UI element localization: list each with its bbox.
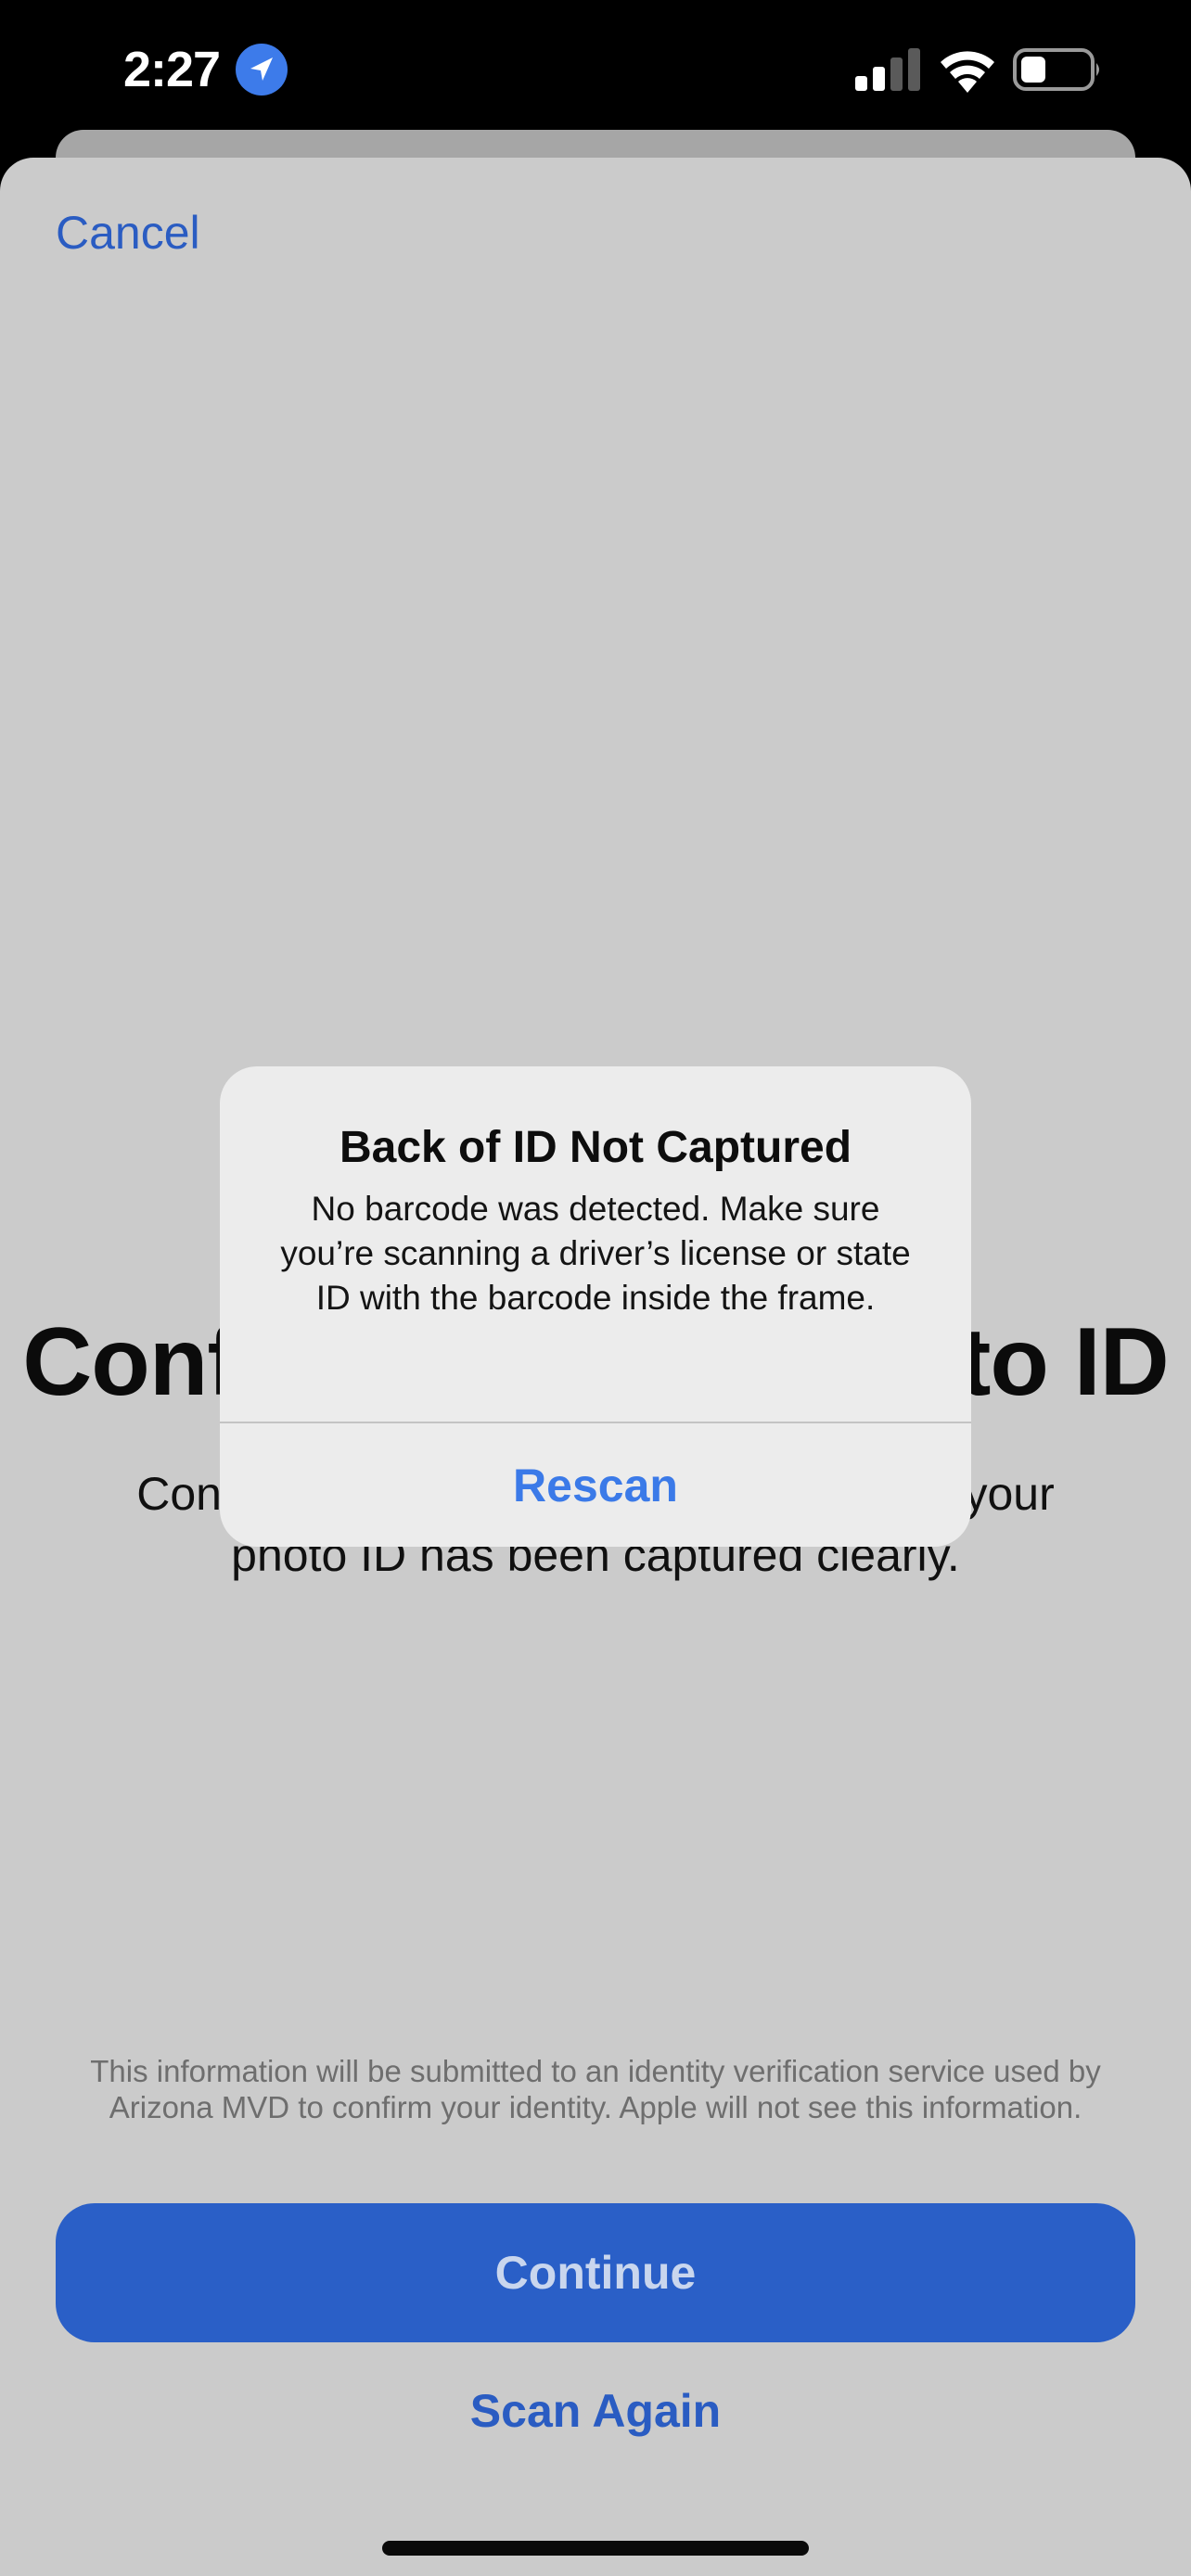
alert-message: No barcode was detected. Make sure you’r…: [280, 1190, 911, 1317]
cancel-button[interactable]: Cancel: [56, 206, 200, 260]
wifi-icon: [941, 51, 994, 93]
battery-icon: [1013, 48, 1099, 91]
scan-again-button[interactable]: Scan Again: [56, 2374, 1135, 2448]
home-indicator: [382, 2541, 809, 2556]
screen: 2:27 Cancel Confirm Back of Photo ID Con…: [0, 0, 1191, 2576]
alert-title: Back of ID Not Captured: [339, 1123, 852, 1172]
cellular-signal-icon: [855, 48, 920, 91]
privacy-disclaimer: This information will be submitted to an…: [90, 2054, 1101, 2124]
rescan-button[interactable]: Rescan: [220, 1423, 971, 1547]
alert-dialog: Back of ID Not Captured No barcode was d…: [220, 1066, 971, 1547]
status-time: 2:27: [123, 42, 221, 97]
rescan-button-label: Rescan: [513, 1459, 678, 1511]
status-bar: 2:27: [0, 0, 1191, 139]
location-arrow-icon: [236, 44, 288, 96]
continue-button[interactable]: Continue: [56, 2203, 1135, 2342]
scan-again-button-label: Scan Again: [469, 2385, 722, 2437]
continue-button-label: Continue: [494, 2247, 697, 2299]
